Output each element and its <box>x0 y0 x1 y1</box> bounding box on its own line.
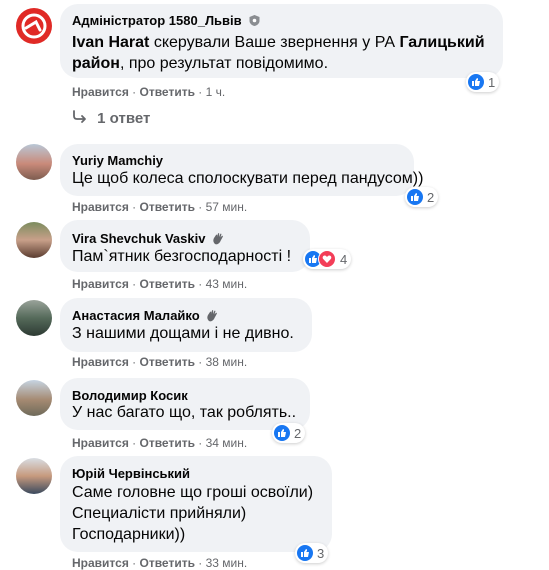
admin-logo-icon <box>21 13 47 39</box>
reply-button[interactable]: Ответить <box>140 85 195 99</box>
mention-ivan-harat[interactable]: Ivan Harat <box>72 34 149 51</box>
reactions-summary[interactable]: 3 <box>295 543 329 563</box>
reply-button[interactable]: Ответить <box>140 436 195 450</box>
avatar[interactable] <box>16 300 52 336</box>
avatar[interactable] <box>16 144 52 180</box>
comment-actions: Нравится · Ответить · 38 мин. <box>72 355 248 369</box>
waving-hand-icon <box>207 310 218 322</box>
comment-time[interactable]: 57 мин. <box>206 200 248 214</box>
view-replies-button[interactable]: 1 ответ <box>72 110 150 127</box>
comment-author[interactable]: Юрій Червінський <box>72 466 190 481</box>
comment-author[interactable]: Володимир Косик <box>72 388 188 403</box>
comment: Vira Shevchuk Vaskiv Пам`ятник безгоспод… <box>0 218 549 294</box>
reply-arrow-icon <box>73 110 86 123</box>
comment-text: З нашими дощами і не дивно. <box>72 325 294 342</box>
comment: Анастасия Малайко З нашими дощами і не д… <box>0 296 549 376</box>
reactions-summary[interactable]: 2 <box>272 423 306 443</box>
reactions-summary[interactable]: 4 <box>303 249 352 269</box>
comment-actions: Нравится · Ответить · 43 мин. <box>72 277 248 291</box>
avatar[interactable] <box>16 458 52 494</box>
reactions-summary[interactable]: 1 <box>466 72 500 92</box>
love-reaction-icon <box>318 250 336 268</box>
comment-actions: Нравится · Ответить · 57 мин. <box>72 200 248 214</box>
avatar[interactable] <box>16 380 52 416</box>
like-button[interactable]: Нравится <box>72 277 129 291</box>
reply-button[interactable]: Ответить <box>140 200 195 214</box>
comment-text: Саме головне що гроші освоїли) Специаліс… <box>72 484 314 543</box>
comment: Володимир Косик У нас багато що, так роб… <box>0 376 549 454</box>
comment-admin: Адміністратор 1580_Львів Ivan Harat скер… <box>0 0 549 130</box>
admin-badge-icon <box>249 15 260 26</box>
comment-time[interactable]: 33 мин. <box>206 556 248 570</box>
reply-button[interactable]: Ответить <box>140 556 195 570</box>
comment-actions: Нравится · Ответить · 33 мин. <box>72 556 248 570</box>
comment-text: Це щоб колеса сполоскувати перед пандусо… <box>72 170 424 187</box>
comment-text: У нас багато що, так роблять.. <box>72 404 297 421</box>
like-button[interactable]: Нравится <box>72 355 129 369</box>
comment-author[interactable]: Адміністратор 1580_Львів <box>72 13 261 28</box>
like-reaction-icon <box>407 189 423 205</box>
comment-time[interactable]: 43 мин. <box>206 277 248 291</box>
like-reaction-icon <box>468 74 484 90</box>
comment-text: Пам`ятник безгосподарності ! <box>72 248 292 265</box>
avatar-admin[interactable] <box>16 8 52 44</box>
reply-button[interactable]: Ответить <box>140 277 195 291</box>
comment-time[interactable]: 38 мин. <box>206 355 248 369</box>
comment-text: Ivan Harat скерували Ваше звернення у РА… <box>72 34 485 72</box>
like-button[interactable]: Нравится <box>72 200 129 214</box>
avatar[interactable] <box>16 222 52 258</box>
comment-actions: Нравится · Ответить · 34 мин. <box>72 436 248 450</box>
comment-time[interactable]: 1 ч. <box>206 85 226 99</box>
comment-actions: Нравится · Ответить · 1 ч. <box>72 85 226 99</box>
waving-hand-icon <box>213 233 223 245</box>
comment-author[interactable]: Анастасия Малайко <box>72 308 219 323</box>
like-button[interactable]: Нравится <box>72 436 129 450</box>
comment-author[interactable]: Vira Shevchuk Vaskiv <box>72 231 225 246</box>
comment-author[interactable]: Yuriy Mamchiy <box>72 153 163 168</box>
comment: Юрій Червінський Саме головне що гроші о… <box>0 454 549 570</box>
comment: Yuriy Mamchiy Це щоб колеса сполоскувати… <box>0 140 549 215</box>
reactions-summary[interactable]: 2 <box>405 187 439 207</box>
reply-button[interactable]: Ответить <box>140 355 195 369</box>
like-button[interactable]: Нравится <box>72 85 129 99</box>
like-button[interactable]: Нравится <box>72 556 129 570</box>
comment-time[interactable]: 34 мин. <box>206 436 248 450</box>
like-reaction-icon <box>297 545 313 561</box>
like-reaction-icon <box>274 425 290 441</box>
